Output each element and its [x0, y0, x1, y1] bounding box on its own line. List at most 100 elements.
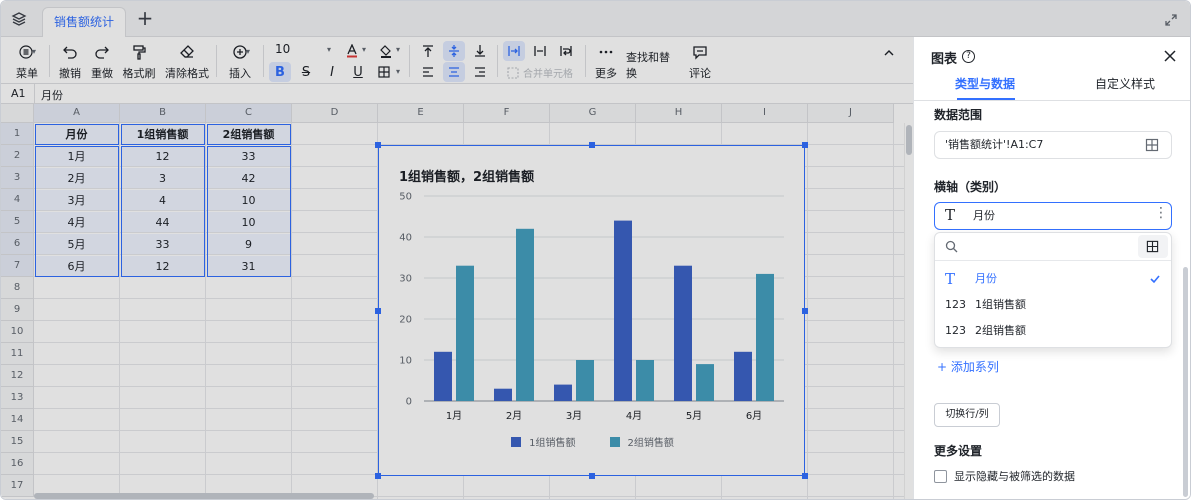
- column-header[interactable]: E: [378, 104, 464, 123]
- row-header[interactable]: 1: [1, 123, 34, 145]
- resize-handle[interactable]: [589, 142, 595, 148]
- cell-reference[interactable]: A1: [11, 87, 26, 100]
- column-header[interactable]: G: [550, 104, 636, 123]
- clear-format-button[interactable]: 清除格式: [164, 41, 210, 81]
- bar[interactable]: [456, 265, 474, 401]
- collapse-toolbar-icon[interactable]: [883, 47, 895, 59]
- menu-button[interactable]: 菜单: [11, 41, 43, 81]
- select-all-corner[interactable]: [1, 104, 34, 123]
- more-vertical-icon[interactable]: ⋮: [1154, 205, 1168, 221]
- row-header[interactable]: 12: [1, 365, 34, 387]
- tab-custom-style[interactable]: 自定义样式: [1095, 75, 1155, 92]
- data-range-field[interactable]: '销售额统计'!A1:C7: [934, 131, 1172, 159]
- add-series-button[interactable]: + 添加系列: [937, 358, 999, 375]
- align-middle-button[interactable]: [443, 41, 465, 61]
- layers-icon[interactable]: [11, 11, 27, 27]
- resize-handle[interactable]: [375, 473, 381, 479]
- undo-button[interactable]: 撤销: [57, 41, 83, 81]
- bar[interactable]: [756, 273, 774, 401]
- align-right-button[interactable]: [469, 62, 491, 82]
- row-header[interactable]: 8: [1, 277, 34, 299]
- format-painter-button[interactable]: 格式刷: [122, 41, 156, 81]
- show-hidden-checkbox[interactable]: [934, 470, 947, 483]
- vertical-scrollbar[interactable]: [904, 123, 913, 499]
- resize-handle[interactable]: [802, 308, 808, 314]
- panel-scrollbar[interactable]: [1183, 267, 1188, 497]
- underline-button[interactable]: U: [347, 62, 369, 82]
- legend-item[interactable]: 1组销售额: [511, 434, 576, 449]
- column-header[interactable]: H: [636, 104, 722, 123]
- font-color-button[interactable]: [341, 41, 363, 61]
- range-select-icon[interactable]: [1145, 138, 1159, 152]
- font-size-select[interactable]: 10: [275, 42, 290, 56]
- row-header[interactable]: 4: [1, 189, 34, 211]
- column-header[interactable]: I: [722, 104, 808, 123]
- dropdown-search[interactable]: [935, 233, 1171, 261]
- wrap-text-button[interactable]: [555, 41, 577, 61]
- column-header[interactable]: C: [206, 104, 292, 123]
- resize-handle[interactable]: [802, 142, 808, 148]
- switch-row-col-button[interactable]: 切换行/列: [934, 403, 1000, 427]
- bold-button[interactable]: B: [269, 62, 291, 82]
- row-header[interactable]: 5: [1, 211, 34, 233]
- resize-handle[interactable]: [375, 308, 381, 314]
- find-replace-button[interactable]: 查找和替换: [626, 41, 678, 81]
- bar[interactable]: [614, 220, 632, 401]
- row-header[interactable]: 6: [1, 233, 34, 255]
- align-bottom-button[interactable]: [469, 41, 491, 61]
- bar[interactable]: [494, 388, 512, 401]
- row-header[interactable]: 17: [1, 475, 34, 497]
- wrap-overflow-button[interactable]: [503, 41, 525, 61]
- fill-color-button[interactable]: [375, 41, 397, 61]
- range-picker-button[interactable]: [1138, 235, 1168, 258]
- legend-item[interactable]: 2组销售额: [609, 434, 674, 449]
- close-icon[interactable]: [1163, 49, 1177, 63]
- resize-handle[interactable]: [375, 142, 381, 148]
- add-tab-icon[interactable]: +: [136, 8, 154, 28]
- bar[interactable]: [434, 351, 452, 401]
- redo-button[interactable]: 重做: [89, 41, 115, 81]
- help-icon[interactable]: ?: [962, 50, 975, 63]
- italic-button[interactable]: I: [321, 62, 343, 82]
- row-header[interactable]: 14: [1, 409, 34, 431]
- row-header[interactable]: 7: [1, 255, 34, 277]
- dropdown-item[interactable]: 123 2组销售额: [945, 319, 1161, 343]
- horizontal-scrollbar[interactable]: [34, 493, 374, 499]
- merge-cells-button[interactable]: 合并单元格: [507, 65, 573, 80]
- row-header[interactable]: 2: [1, 145, 34, 167]
- row-header[interactable]: 3: [1, 167, 34, 189]
- strikethrough-button[interactable]: S: [295, 62, 317, 82]
- column-header[interactable]: B: [120, 104, 206, 123]
- more-button[interactable]: 更多: [593, 41, 619, 81]
- bar[interactable]: [674, 265, 692, 401]
- scroll-thumb[interactable]: [906, 125, 912, 155]
- bar[interactable]: [516, 228, 534, 401]
- bar[interactable]: [636, 360, 654, 401]
- bar[interactable]: [696, 364, 714, 401]
- border-button[interactable]: [373, 62, 395, 82]
- row-header[interactable]: 13: [1, 387, 34, 409]
- align-top-button[interactable]: [417, 41, 439, 61]
- x-axis-select[interactable]: 月份: [934, 202, 1172, 230]
- dropdown-item[interactable]: 123 1组销售额: [945, 293, 1161, 317]
- formula-input[interactable]: 月份: [41, 87, 63, 103]
- column-header[interactable]: J: [808, 104, 894, 123]
- wrap-clip-button[interactable]: [529, 41, 551, 61]
- column-header[interactable]: D: [292, 104, 378, 123]
- resize-handle[interactable]: [802, 473, 808, 479]
- comment-button[interactable]: 评论: [687, 41, 713, 81]
- row-header[interactable]: 10: [1, 321, 34, 343]
- tab-type-data[interactable]: 类型与数据: [955, 75, 1015, 92]
- resize-handle[interactable]: [589, 473, 595, 479]
- insert-button[interactable]: 插入: [225, 41, 255, 81]
- bar-chart[interactable]: 1组销售额，2组销售额 0 10 20 30 40 50 1月 2月 3月 4月 5月 6月 1组销售…: [378, 145, 805, 476]
- bar[interactable]: [734, 351, 752, 401]
- row-header[interactable]: 11: [1, 343, 34, 365]
- row-header[interactable]: 9: [1, 299, 34, 321]
- align-left-button[interactable]: [417, 62, 439, 82]
- column-header[interactable]: A: [34, 104, 120, 123]
- tab-sales-stats[interactable]: 销售额统计: [42, 7, 126, 37]
- row-header[interactable]: 16: [1, 453, 34, 475]
- bar[interactable]: [554, 384, 572, 401]
- column-header[interactable]: F: [464, 104, 550, 123]
